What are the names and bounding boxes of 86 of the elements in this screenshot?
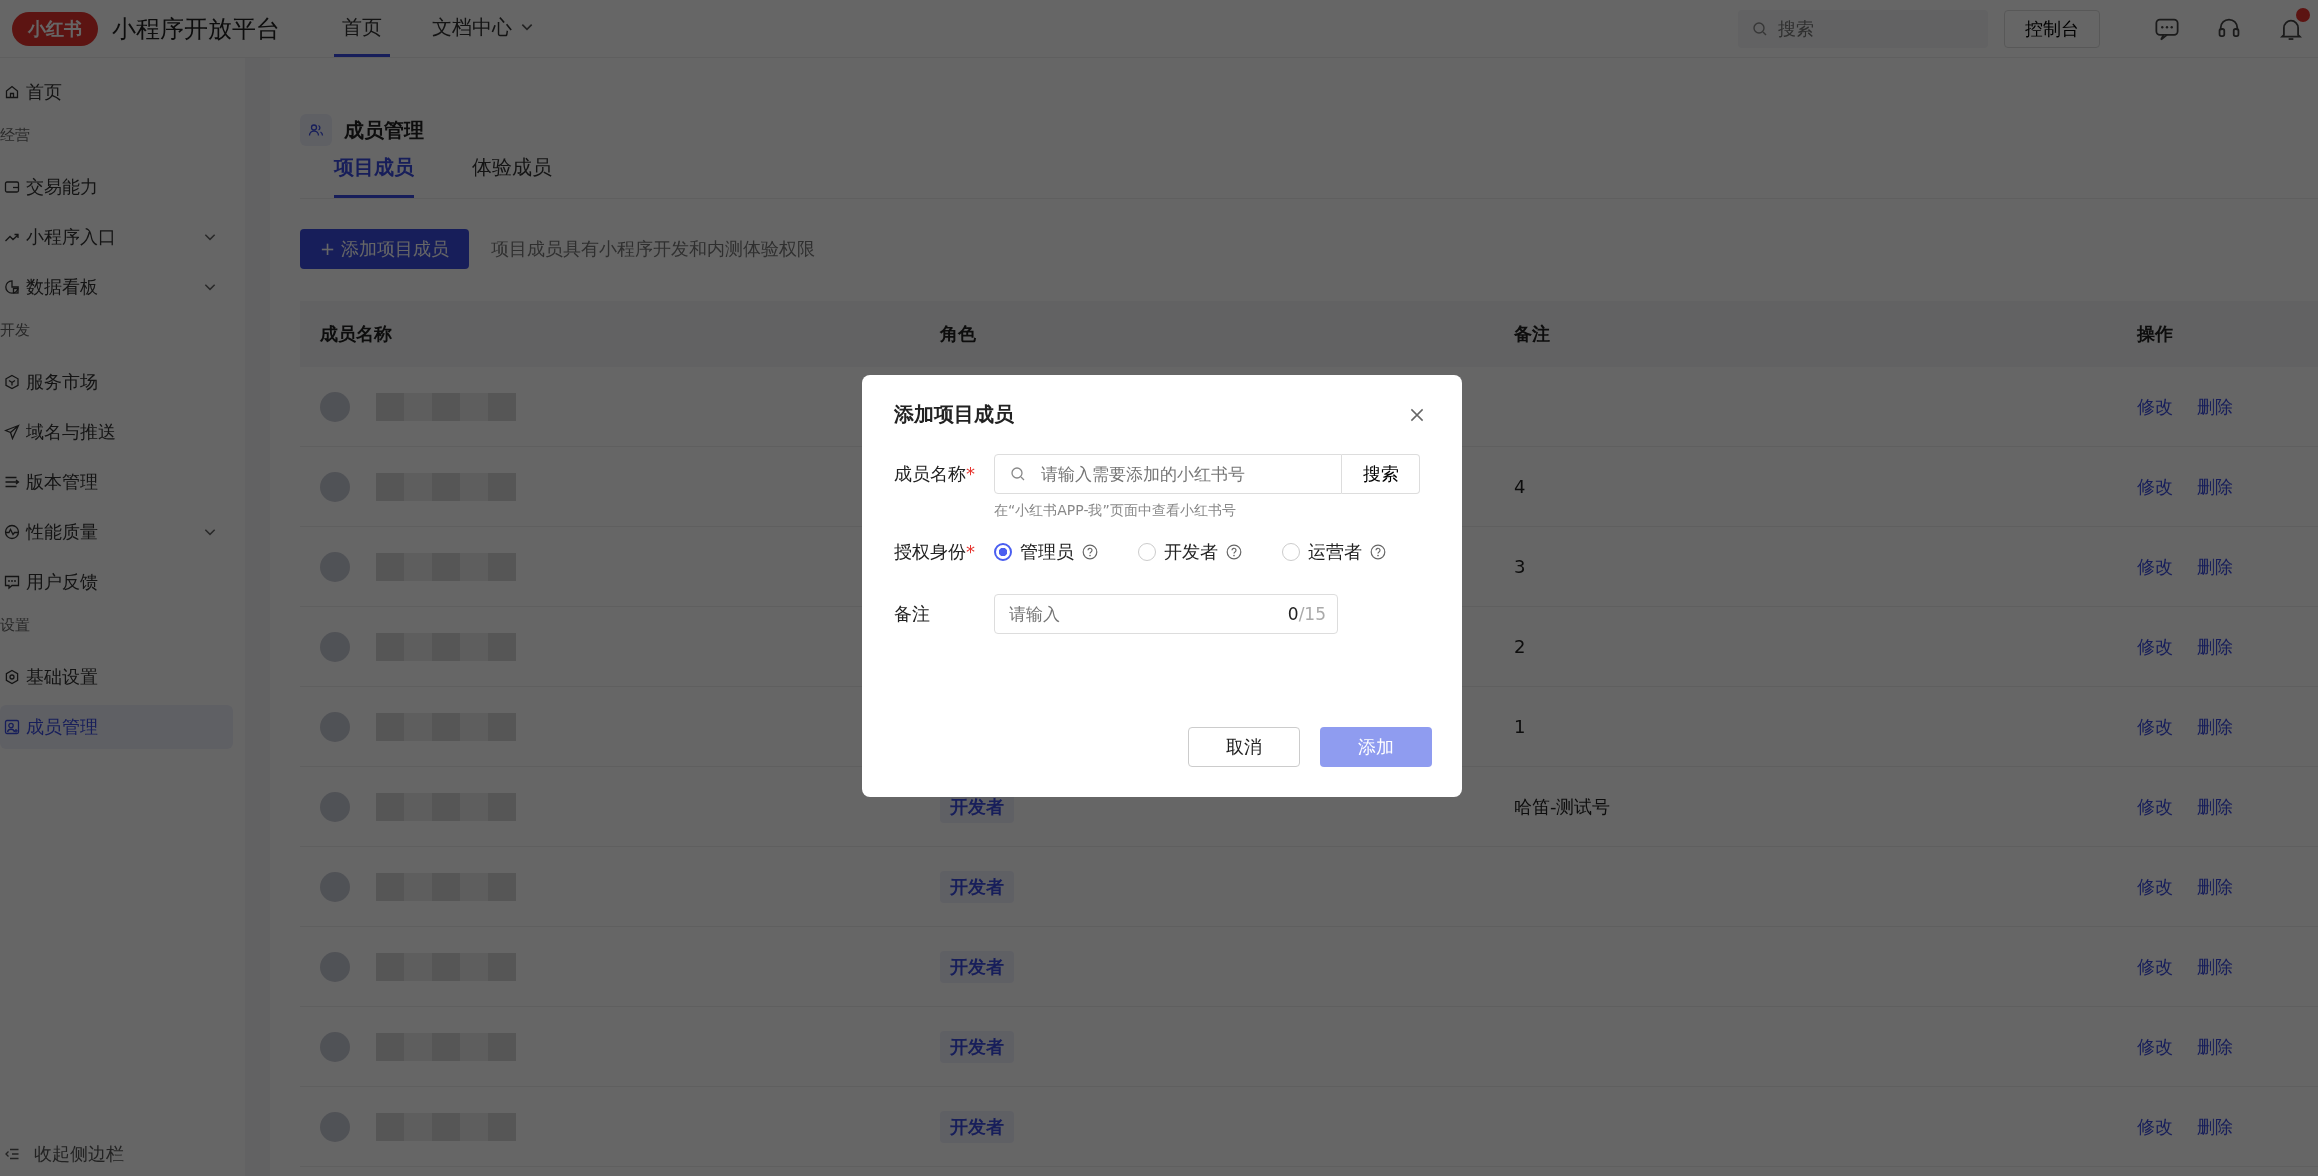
- pulse-icon: [4, 524, 20, 540]
- edit-link[interactable]: 修改: [2137, 1114, 2173, 1139]
- tab[interactable]: 体验成员: [472, 150, 552, 198]
- column-header: 角色: [939, 322, 977, 346]
- edit-link[interactable]: 修改: [2137, 874, 2173, 899]
- help-icon[interactable]: [1226, 544, 1242, 560]
- delete-link[interactable]: 删除: [2197, 874, 2233, 899]
- tab[interactable]: 项目成员: [334, 150, 414, 198]
- sidebar-item[interactable]: 首页: [0, 70, 233, 114]
- remark-text: 4: [1514, 476, 1526, 497]
- search-icon: [1010, 466, 1026, 482]
- logo[interactable]: 小红书: [12, 11, 98, 46]
- field-label: 备注: [894, 602, 931, 626]
- character-counter: 0/15: [1287, 604, 1326, 624]
- role-tag: 开发者: [940, 870, 1014, 903]
- member-icon: [4, 719, 20, 735]
- edit-link[interactable]: 修改: [2137, 394, 2173, 419]
- sidebar-item[interactable]: 交易能力: [0, 165, 233, 209]
- role-tag: 开发者: [940, 1110, 1014, 1143]
- sidebar-item[interactable]: 版本管理: [0, 460, 233, 504]
- role-tag: 开发者: [940, 950, 1014, 983]
- radio-label[interactable]: 运营者: [1308, 540, 1362, 564]
- remark-text: 哈笛-测试号: [1514, 794, 1611, 819]
- delete-link[interactable]: 删除: [2197, 474, 2233, 499]
- delete-link[interactable]: 删除: [2197, 794, 2233, 819]
- page-title: 成员管理: [344, 116, 424, 144]
- column-header: 操作: [2136, 322, 2174, 346]
- chart-icon: [4, 279, 20, 295]
- message-icon: [4, 574, 20, 590]
- role-tag: 开发者: [940, 1030, 1014, 1063]
- radio-label[interactable]: 开发者: [1164, 540, 1218, 564]
- radio-button[interactable]: [994, 543, 1012, 561]
- console-button[interactable]: 控制台: [2004, 9, 2100, 48]
- sidebar-item[interactable]: 基础设置: [0, 655, 233, 699]
- add-member-button[interactable]: + 添加项目成员: [300, 229, 469, 269]
- field-label: 授权身份*: [894, 540, 976, 564]
- delete-link[interactable]: 删除: [2197, 394, 2233, 419]
- dialog-title: 添加项目成员: [894, 401, 1014, 428]
- sidebar-item[interactable]: 性能质量: [0, 510, 233, 554]
- remark-text: 2: [1514, 636, 1526, 657]
- help-icon[interactable]: [1370, 544, 1386, 560]
- help-text: 在“小红书APP-我”页面中查看小红书号: [994, 502, 1237, 520]
- delete-link[interactable]: 删除: [2197, 714, 2233, 739]
- help-icon[interactable]: [1082, 544, 1098, 560]
- delete-link[interactable]: 删除: [2197, 1034, 2233, 1059]
- sidebar-section-heading: 开发: [0, 320, 31, 341]
- remark-text: 3: [1514, 556, 1526, 577]
- edit-link[interactable]: 修改: [2137, 954, 2173, 979]
- edit-link[interactable]: 修改: [2137, 1034, 2173, 1059]
- field-label: 成员名称*: [894, 462, 976, 486]
- account-search-field[interactable]: 请输入需要添加的小红书号: [994, 454, 1342, 494]
- gear-icon: [4, 669, 20, 685]
- sidebar-section-heading: 经营: [0, 125, 31, 146]
- radio-label[interactable]: 管理员: [1020, 540, 1074, 564]
- sidebar-item[interactable]: 成员管理: [0, 705, 233, 749]
- sidebar-item[interactable]: 小程序入口: [0, 215, 233, 259]
- cube-icon: [4, 374, 20, 390]
- delete-link[interactable]: 删除: [2197, 554, 2233, 579]
- delete-link[interactable]: 删除: [2197, 1114, 2233, 1139]
- sidebar-item[interactable]: 服务市场: [0, 360, 233, 404]
- collapse-icon: [4, 1146, 20, 1162]
- column-header: 备注: [1513, 322, 1551, 346]
- card-icon: [4, 179, 20, 195]
- edit-link[interactable]: 修改: [2137, 714, 2173, 739]
- list-icon: [4, 474, 20, 490]
- edit-link[interactable]: 修改: [2137, 634, 2173, 659]
- edit-link[interactable]: 修改: [2137, 794, 2173, 819]
- edit-link[interactable]: 修改: [2137, 554, 2173, 579]
- members-icon: [300, 114, 332, 146]
- column-header: 成员名称: [319, 322, 393, 346]
- delete-link[interactable]: 删除: [2197, 634, 2233, 659]
- notification-dot: [2296, 7, 2310, 22]
- sidebar-item[interactable]: 用户反馈: [0, 560, 233, 604]
- search-icon: [1752, 20, 1768, 37]
- remark-text: 1: [1514, 716, 1526, 737]
- sidebar-item[interactable]: 数据看板: [0, 265, 233, 309]
- app-title: 小程序开放平台: [112, 13, 280, 45]
- home-icon: [4, 84, 20, 100]
- sidebar-item[interactable]: 域名与推送: [0, 410, 233, 454]
- search-button[interactable]: 搜索: [1342, 454, 1420, 494]
- delete-link[interactable]: 删除: [2197, 954, 2233, 979]
- send-icon: [4, 424, 20, 440]
- nav-tab[interactable]: 文档中心: [424, 0, 542, 57]
- collapse-sidebar-button[interactable]: 收起侧边栏: [0, 1142, 233, 1166]
- edit-link[interactable]: 修改: [2137, 474, 2173, 499]
- cancel-button[interactable]: 取消: [1188, 727, 1300, 767]
